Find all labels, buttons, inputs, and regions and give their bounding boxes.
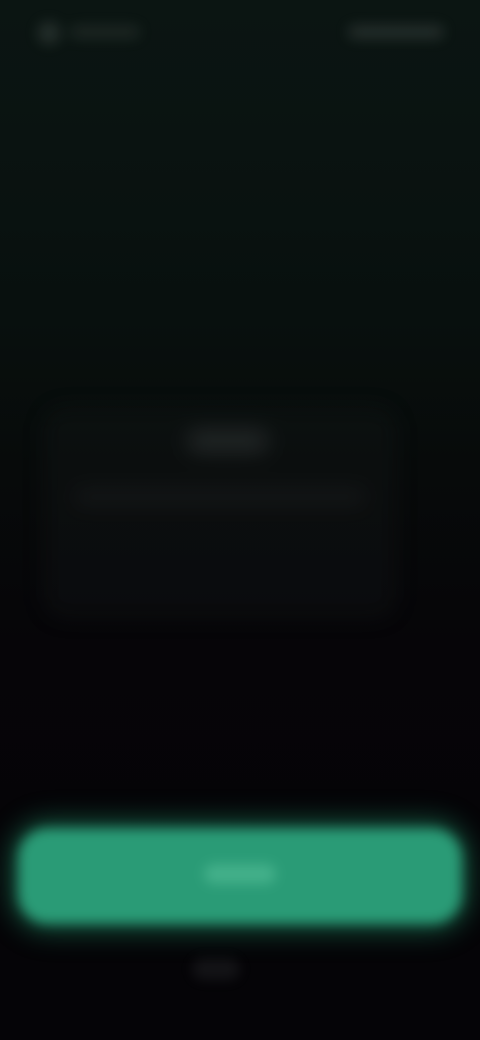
content-card — [44, 408, 396, 618]
status-right-text — [348, 26, 444, 38]
card-title — [188, 430, 268, 452]
app-screen — [0, 0, 480, 1040]
status-bar — [0, 0, 480, 64]
status-left-text — [70, 26, 140, 38]
status-icon — [38, 22, 60, 44]
status-left-cluster — [30, 14, 150, 50]
primary-button-label — [204, 864, 276, 884]
status-right-cluster — [340, 14, 450, 50]
secondary-link[interactable] — [192, 958, 240, 980]
primary-action-button[interactable] — [18, 828, 462, 924]
card-body-text — [74, 488, 366, 506]
